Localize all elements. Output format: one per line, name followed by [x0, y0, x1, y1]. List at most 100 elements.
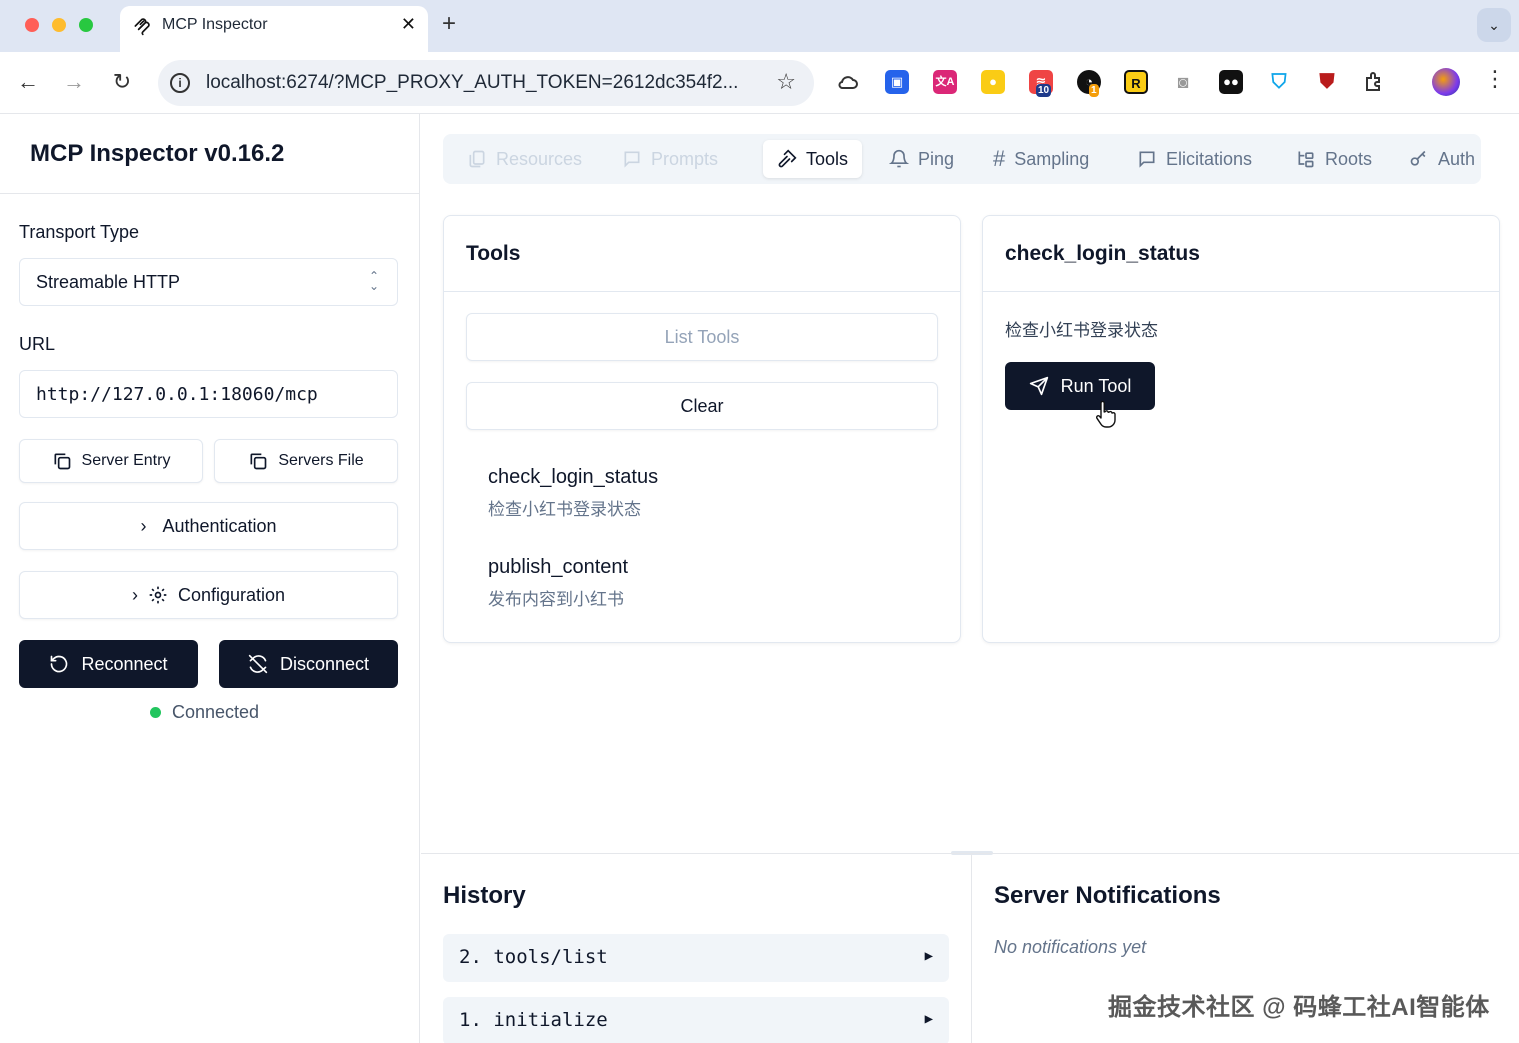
history-row[interactable]: 1. initialize ▶: [443, 997, 949, 1043]
expand-arrow-icon: ▶: [924, 1011, 933, 1027]
configuration-label: Configuration: [177, 584, 286, 605]
files-icon: [469, 150, 485, 168]
history-title: History: [443, 882, 526, 909]
message-square-icon: [1139, 151, 1155, 168]
tool-name: publish_content: [488, 556, 629, 578]
tool-detail-title: check_login_status: [1005, 242, 1200, 265]
profile-avatar[interactable]: [1432, 68, 1460, 96]
chevrons-up-down-icon: ⌃ ⌄: [368, 269, 379, 293]
chevron-right-icon: ›: [131, 584, 138, 605]
configuration-toggle[interactable]: › Configuration: [19, 571, 398, 619]
bell-icon: [889, 149, 909, 168]
browser-toolbar: ← → ↻ i localhost:6274/?MCP_PROXY_AUTH_T…: [0, 52, 1519, 114]
back-arrow-icon[interactable]: ←: [14, 68, 42, 96]
app-title: MCP Inspector v0.16.2: [30, 140, 285, 167]
tab-sampling[interactable]: # Sampling: [979, 140, 1103, 178]
run-tool-label: Run Tool: [1060, 375, 1132, 396]
tabs-bar: Resources Prompts Tools Ping # Sampling …: [443, 134, 1481, 184]
tab-resources[interactable]: Resources: [453, 140, 596, 178]
status-dot: [150, 707, 161, 718]
tools-card-title: Tools: [466, 242, 521, 265]
clear-button[interactable]: Clear: [466, 382, 938, 430]
hammer-icon: [778, 149, 797, 168]
copy-icon: [250, 453, 267, 470]
list-tools-button[interactable]: List Tools: [466, 313, 938, 361]
tool-list-item[interactable]: check_login_status 检查小红书登录状态: [488, 466, 658, 520]
clear-label: Clear: [680, 395, 724, 416]
watermark: 掘金技术社区 @ 码蜂工社AI智能体: [1108, 994, 1490, 1021]
translate-extension-icon[interactable]: 文A: [933, 70, 957, 94]
address-bar[interactable]: i localhost:6274/?MCP_PROXY_AUTH_TOKEN=2…: [158, 60, 814, 106]
copy-icon: [54, 453, 70, 470]
tools-card: Tools List Tools Clear check_login_statu…: [443, 215, 961, 643]
forward-arrow-icon[interactable]: →: [60, 68, 88, 96]
browser-menu-icon[interactable]: ⋮: [1484, 66, 1506, 92]
spinner-extension-badge: 1: [1089, 84, 1099, 97]
tab-search-chevron-icon[interactable]: ⌄: [1477, 8, 1511, 42]
r-extension-icon[interactable]: R: [1124, 70, 1148, 94]
blue-extension-icon[interactable]: ▣: [885, 70, 909, 94]
server-entry-label: Server Entry: [81, 452, 171, 469]
tab-tools[interactable]: Tools: [763, 140, 863, 178]
chevron-right-icon: ›: [140, 515, 147, 536]
new-tab-button[interactable]: +: [442, 10, 456, 38]
tab-close-icon[interactable]: ✕: [401, 14, 416, 35]
browser-tab-title: MCP Inspector: [162, 16, 268, 33]
tab-resources-label: Resources: [496, 148, 583, 169]
tab-prompts[interactable]: Prompts: [608, 140, 732, 178]
site-info-icon[interactable]: i: [170, 73, 190, 93]
tab-elicitations[interactable]: Elicitations: [1123, 140, 1266, 178]
tab-elicitations-label: Elicitations: [1166, 148, 1253, 169]
cloud-extension-icon[interactable]: [836, 70, 860, 94]
tool-list-item[interactable]: publish_content 发布内容到小红书: [488, 556, 628, 610]
server-entry-button[interactable]: Server Entry: [19, 439, 203, 483]
tool-name: check_login_status: [488, 466, 659, 488]
servers-file-label: Servers File: [278, 452, 364, 469]
reload-icon[interactable]: ↻: [108, 68, 136, 96]
transport-type-label: Transport Type: [19, 222, 140, 242]
disconnect-label: Disconnect: [279, 653, 370, 674]
disconnect-button[interactable]: Disconnect: [219, 640, 398, 688]
authentication-label: Authentication: [162, 515, 277, 536]
run-tool-button[interactable]: Run Tool: [1005, 362, 1155, 410]
tab-auth[interactable]: Auth: [1395, 140, 1489, 178]
key-icon: [1410, 150, 1426, 166]
camera-extension-icon[interactable]: ◙: [1171, 70, 1195, 94]
url-input[interactable]: [19, 370, 398, 418]
tab-prompts-label: Prompts: [651, 148, 719, 169]
history-row-text: 2. tools/list: [459, 946, 608, 968]
tampermonkey-extension-icon[interactable]: ●●: [1219, 70, 1243, 94]
address-url[interactable]: localhost:6274/?MCP_PROXY_AUTH_TOKEN=261…: [206, 72, 738, 94]
transport-type-select[interactable]: Streamable HTTP ⌃ ⌄: [19, 258, 398, 306]
sidebar: MCP Inspector v0.16.2 Transport Type Str…: [0, 114, 420, 1043]
close-window-button[interactable]: [25, 18, 39, 32]
mcp-favicon-icon: [134, 18, 150, 36]
expand-arrow-icon: ▶: [924, 948, 933, 964]
tool-detail-header: check_login_status: [983, 216, 1499, 292]
tool-description: 检查小红书登录状态: [488, 500, 641, 519]
maximize-window-button[interactable]: [79, 18, 93, 32]
bookmark-star-icon[interactable]: ☆: [776, 69, 796, 95]
authentication-toggle[interactable]: › Authentication: [19, 502, 398, 550]
tab-ping[interactable]: Ping: [875, 140, 968, 178]
shield-extension-icon[interactable]: ⛉: [1267, 70, 1291, 94]
reconnect-label: Reconnect: [81, 653, 168, 674]
minimize-window-button[interactable]: [52, 18, 66, 32]
reconnect-button[interactable]: Reconnect: [19, 640, 198, 688]
tab-auth-label: Auth: [1438, 148, 1476, 169]
tab-sampling-label: Sampling: [1014, 148, 1090, 169]
yellow-extension-icon[interactable]: ●: [981, 70, 1005, 94]
red-extension-badge: 10: [1036, 84, 1052, 97]
folder-tree-icon: [1298, 151, 1314, 168]
tab-ping-label: Ping: [918, 148, 955, 169]
puzzle-extensions-icon[interactable]: [1363, 70, 1387, 94]
history-row[interactable]: 2. tools/list ▶: [443, 934, 949, 982]
main-content: Resources Prompts Tools Ping # Sampling …: [421, 114, 1519, 1043]
ublock-extension-icon[interactable]: ⛊: [1315, 70, 1339, 94]
servers-file-button[interactable]: Servers File: [214, 439, 398, 483]
tab-roots-label: Roots: [1325, 148, 1373, 169]
tab-roots[interactable]: Roots: [1282, 140, 1386, 178]
browser-tab-strip: MCP Inspector ✕ + ⌄: [0, 0, 1519, 52]
browser-tab[interactable]: MCP Inspector ✕: [120, 6, 428, 52]
gear-icon: [149, 586, 167, 604]
